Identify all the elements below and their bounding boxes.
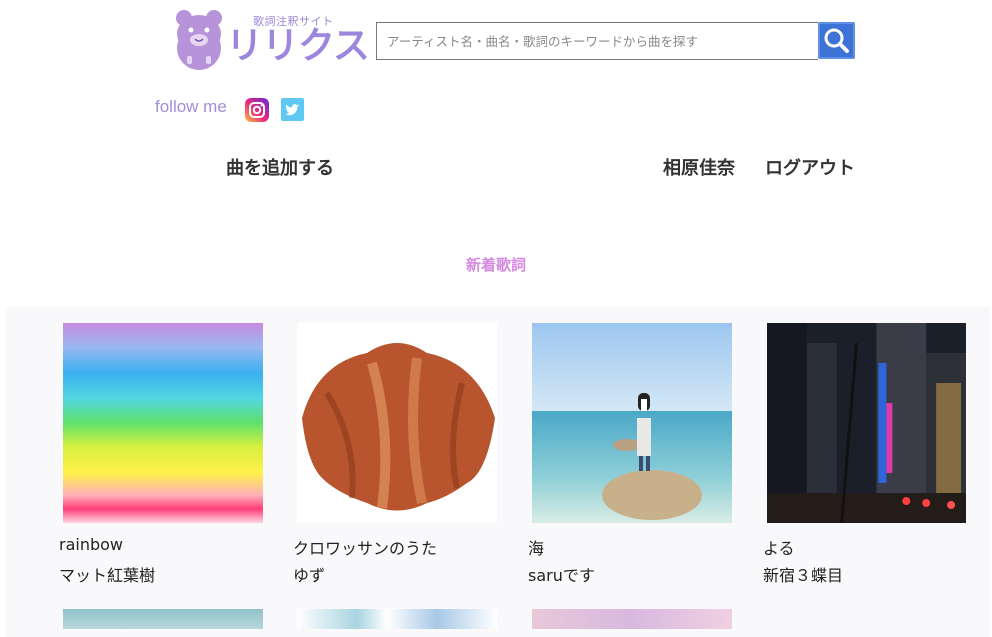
song-title[interactable]: 海 bbox=[528, 535, 544, 559]
search-input[interactable] bbox=[376, 22, 818, 60]
add-song-link[interactable]: 曲を追加する bbox=[226, 154, 334, 180]
song-title[interactable]: クロワッサンのうた bbox=[293, 535, 437, 559]
song-thumbnail[interactable] bbox=[767, 323, 966, 523]
song-title[interactable]: rainbow bbox=[59, 535, 123, 554]
search-icon bbox=[824, 28, 849, 53]
song-thumbnail[interactable] bbox=[63, 323, 263, 523]
section-title: 新着歌詞 bbox=[465, 256, 526, 274]
follow-me-label: follow me bbox=[155, 97, 227, 116]
hamster-mascot-icon bbox=[176, 10, 222, 70]
search-bar bbox=[376, 22, 855, 60]
song-thumbnail[interactable] bbox=[297, 323, 497, 523]
song-thumbnail[interactable] bbox=[532, 609, 732, 629]
logo-name: リリクス bbox=[226, 24, 370, 67]
song-thumbnail[interactable] bbox=[297, 609, 497, 629]
song-artist[interactable]: マット紅葉樹 bbox=[59, 562, 155, 586]
song-title[interactable]: よる bbox=[763, 535, 795, 559]
song-artist[interactable]: saruです bbox=[528, 562, 595, 586]
song-artist[interactable]: 新宿３蝶目 bbox=[763, 562, 843, 586]
song-artist[interactable]: ゆず bbox=[293, 562, 325, 586]
song-thumbnail[interactable] bbox=[532, 323, 732, 523]
user-name-link[interactable]: 相原佳奈 bbox=[663, 154, 735, 180]
song-thumbnail[interactable] bbox=[63, 609, 263, 629]
instagram-icon[interactable] bbox=[245, 98, 269, 122]
twitter-icon[interactable] bbox=[281, 98, 304, 121]
search-button[interactable] bbox=[818, 22, 855, 59]
logout-link[interactable]: ログアウト bbox=[765, 154, 855, 180]
